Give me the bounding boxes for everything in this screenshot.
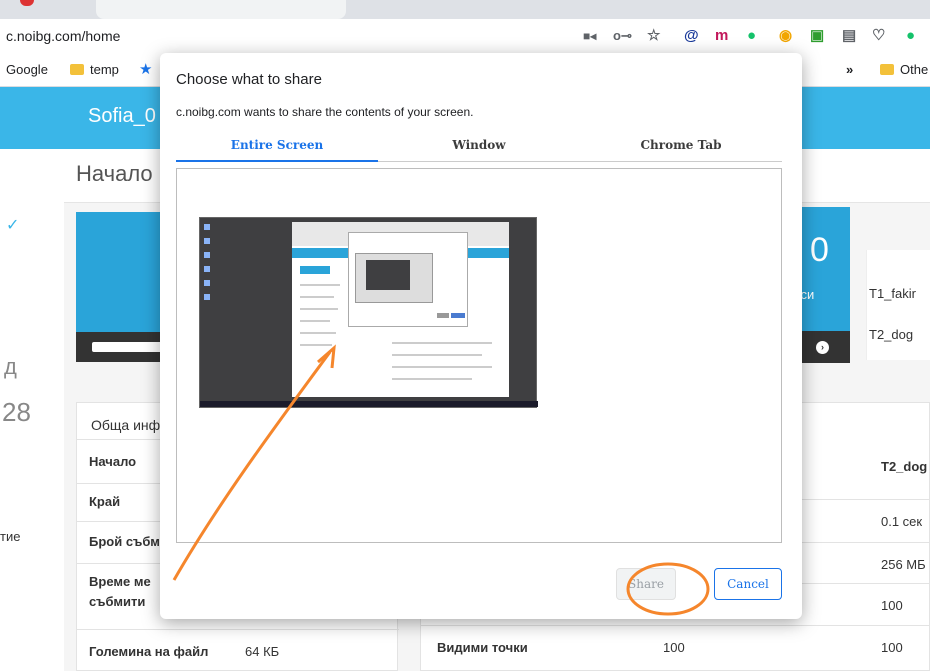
- row-key: събмити: [89, 594, 146, 609]
- bookmark-google[interactable]: Google: [6, 62, 48, 77]
- share-tabs: Entire Screen Window Chrome Tab: [176, 135, 782, 162]
- tab-strip: [0, 0, 930, 19]
- share-screen-dialog: Choose what to share c.noibg.com wants t…: [160, 53, 802, 619]
- table-row: Големина на файл 64 КБ: [77, 629, 399, 671]
- extension-icon[interactable]: ●: [906, 27, 915, 45]
- grammarly-icon[interactable]: ●: [747, 27, 756, 45]
- pocket-icon[interactable]: ♡: [872, 27, 885, 45]
- bookmark-other[interactable]: Othe: [880, 62, 928, 77]
- folder-icon: [70, 64, 84, 75]
- cell: Видими точки: [437, 640, 528, 655]
- cast-extension-icon[interactable]: ▤: [842, 27, 856, 45]
- stat-card: [76, 212, 166, 362]
- cell: 100: [881, 640, 903, 655]
- dialog-title: Choose what to share: [176, 71, 322, 88]
- table-row: Видими точки 100 100: [421, 625, 930, 671]
- cell: 100: [881, 598, 903, 613]
- more-bookmarks-button[interactable]: »: [846, 62, 853, 77]
- row-key: Брой събм: [89, 534, 160, 549]
- screen: c.noibg.com/home ■◂ o⊸ ☆ @ m ● ◉ ▣ ▤ ♡ ●…: [0, 0, 930, 671]
- star-icon[interactable]: ☆: [647, 27, 660, 45]
- cell: 256 МБ: [881, 557, 926, 572]
- address-bar[interactable]: c.noibg.com/home ■◂ o⊸ ☆ @ m ● ◉ ▣ ▤ ♡ ●: [0, 19, 930, 53]
- row-key: Време ме: [89, 574, 151, 589]
- screen-thumbnail[interactable]: [199, 217, 538, 408]
- row-key: Големина на файл: [89, 644, 209, 659]
- bookmark-temp[interactable]: temp: [70, 62, 119, 77]
- cell: 0.1 сек: [881, 514, 923, 529]
- left-fragment: д: [4, 354, 17, 379]
- key-icon[interactable]: o⊸: [613, 27, 632, 45]
- left-sidebar: ✓ д 28 тие: [0, 149, 64, 671]
- tab-entire-screen[interactable]: Entire Screen: [176, 135, 378, 162]
- cancel-button[interactable]: Cancel: [714, 568, 782, 600]
- task-list: T1_fakir T2_dog: [866, 250, 930, 360]
- info-card-title: Обща инф: [91, 417, 161, 433]
- tab-window[interactable]: Window: [378, 135, 580, 162]
- m-extension-icon[interactable]: m: [715, 27, 728, 45]
- tab-chrome-tab[interactable]: Chrome Tab: [580, 135, 782, 162]
- left-fragment: 28: [2, 397, 31, 427]
- site-name[interactable]: Sofia_0: [88, 105, 156, 128]
- left-fragment: тие: [0, 529, 21, 544]
- browser-tab[interactable]: [96, 0, 346, 19]
- check-icon: ✓: [6, 217, 20, 234]
- url-text[interactable]: c.noibg.com/home: [6, 28, 120, 44]
- favicon-icon: [20, 0, 34, 6]
- stat-count: 0: [810, 231, 829, 269]
- folder-icon: [880, 64, 894, 75]
- stat-card-footer[interactable]: [76, 332, 166, 362]
- tv-extension-icon[interactable]: ▣: [810, 27, 824, 45]
- row-key: Начало: [89, 454, 137, 469]
- arrow-circle-icon[interactable]: ›: [816, 341, 829, 354]
- play-extension-icon[interactable]: ◉: [779, 27, 792, 45]
- row-value: 64 КБ: [245, 644, 280, 659]
- task-item[interactable]: T2_dog: [869, 327, 913, 342]
- cell: 100: [663, 640, 685, 655]
- dialog-subtitle: c.noibg.com wants to share the contents …: [176, 105, 474, 119]
- page-title: Начало: [76, 161, 153, 186]
- camera-icon[interactable]: ■◂: [583, 27, 596, 45]
- screen-preview-area: [176, 168, 782, 543]
- row-key: Край: [89, 494, 121, 509]
- share-button[interactable]: Share: [616, 568, 676, 600]
- a-extension-icon[interactable]: @: [684, 27, 699, 45]
- task-item[interactable]: T1_fakir: [869, 286, 916, 301]
- star-bookmark-icon[interactable]: ★: [139, 60, 152, 78]
- column-header: T2_dog: [881, 459, 928, 474]
